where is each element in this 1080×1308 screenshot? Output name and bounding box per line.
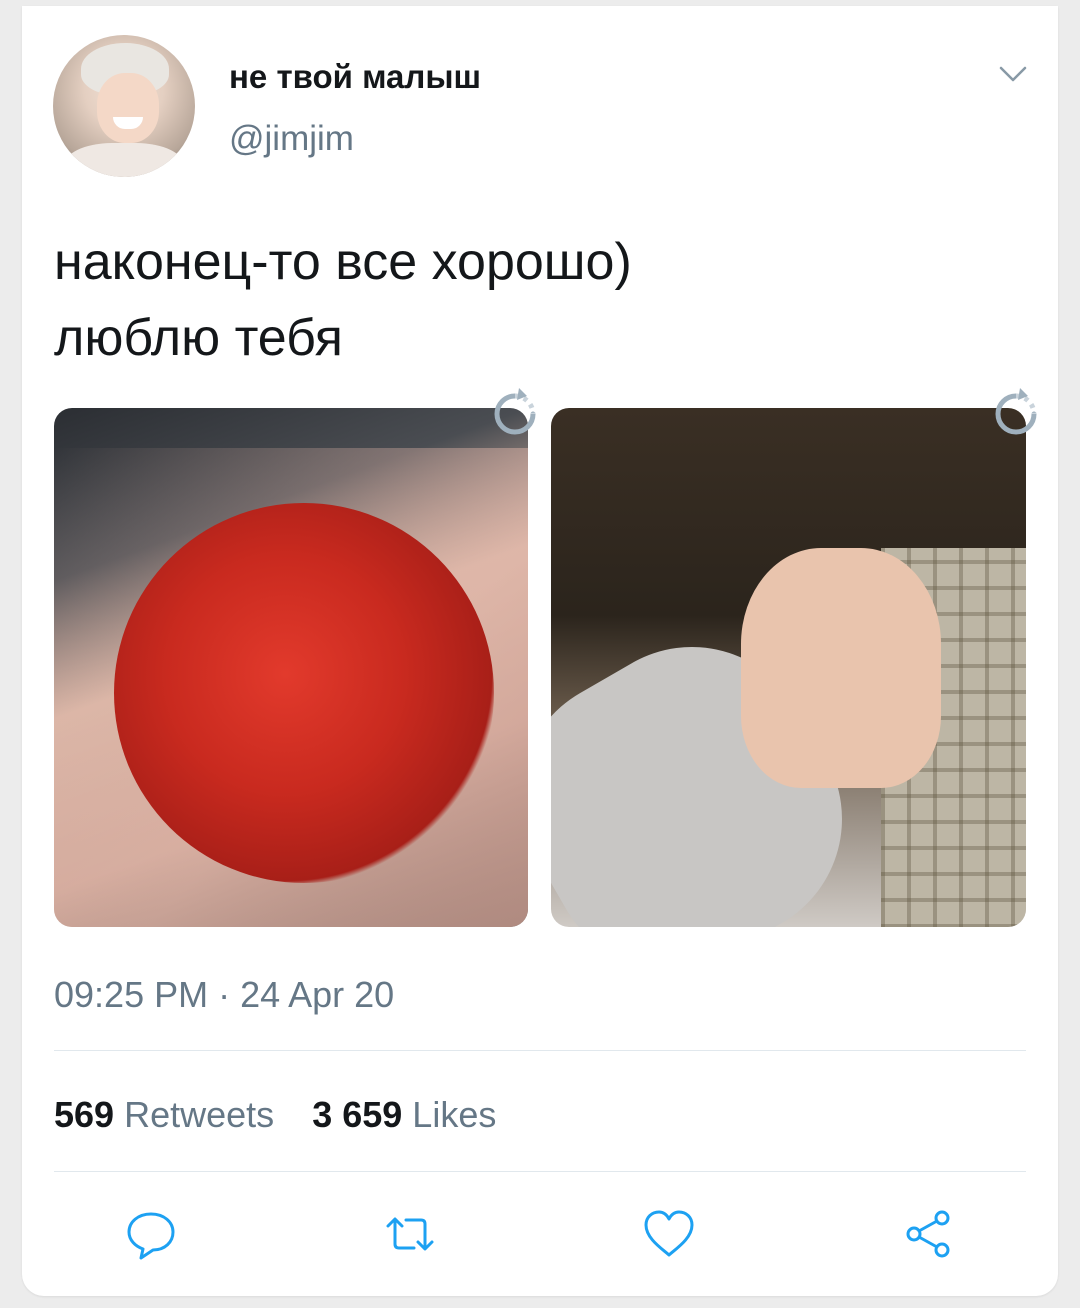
retweets-stat[interactable]: 569 Retweets [54,1094,274,1135]
bouquet-roses [114,503,494,883]
tweet-photo-bouquet[interactable] [54,408,528,927]
retweet-icon [386,1217,434,1251]
avatar[interactable] [53,35,195,177]
avatar-body [63,143,185,177]
reply-icon [127,1212,175,1260]
loading-spinner-icon [995,388,1037,435]
like-button[interactable] [641,1206,697,1262]
retweets-label: Retweets [124,1094,275,1135]
likes-count: 3 659 [312,1094,403,1135]
share-button[interactable] [900,1206,956,1262]
share-icon [906,1210,950,1258]
tweet-card: не твой малыш @jimjim наконец-то все хор… [22,6,1058,1296]
divider [54,1171,1026,1172]
display-name[interactable]: не твой малыш [229,58,481,96]
reply-button[interactable] [123,1206,179,1262]
tweet-timestamp[interactable]: 09:25 PM · 24 Apr 20 [54,974,394,1016]
user-handle[interactable]: @jimjim [229,119,354,159]
loading-spinner-icon [494,388,536,435]
retweets-count: 569 [54,1094,115,1135]
chevron-down-icon[interactable] [998,64,1028,84]
divider [54,1050,1026,1051]
tweet-text: наконец-то все хорошо) люблю тебя [54,233,632,367]
like-icon [644,1210,694,1257]
holding-hands [741,548,941,788]
avatar-face [97,73,159,143]
likes-label: Likes [412,1094,497,1135]
tweet-photo-hands[interactable] [551,408,1026,927]
retweet-button[interactable] [382,1206,438,1262]
tweet-stats: 569 Retweets 3 659 Likes [54,1094,524,1136]
likes-stat[interactable]: 3 659 Likes [312,1094,496,1135]
